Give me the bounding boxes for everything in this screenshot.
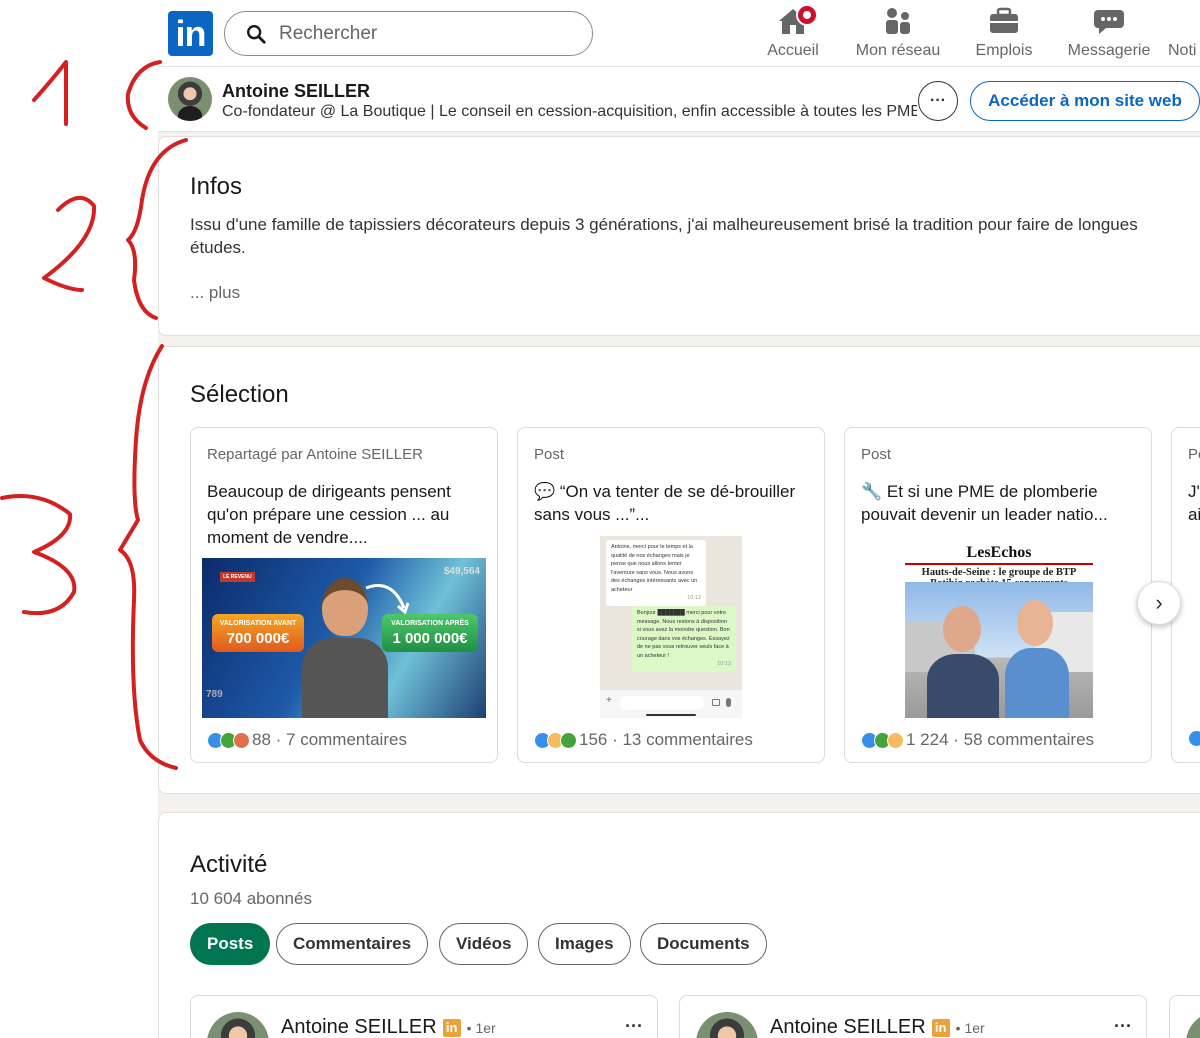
reactions-icon	[207, 731, 250, 749]
annotation-number-2	[42, 196, 97, 292]
about-card: Infos Issu d'une famille de tapissiers d…	[158, 136, 1200, 336]
more-options-button[interactable]: ···	[918, 81, 958, 121]
annotation-bracket-1	[125, 60, 162, 130]
valuation-before-value: 700 000€	[226, 630, 290, 647]
post-preview[interactable]: Antoine SEILLER in • 1er ···	[679, 995, 1147, 1038]
featured-item-stats[interactable]: 1 224 · 58 commentaires	[861, 730, 1094, 750]
featured-item-text: J'a ai	[1188, 482, 1200, 524]
chat-screenshot-thumbnail[interactable]: Antoine, merci pour le temps et la quali…	[600, 536, 742, 718]
valuation-after-label: VALORISATION APRÈS 1 000 000€	[382, 614, 478, 652]
thumbnail-tag: LE REVENU	[220, 572, 255, 582]
post-author[interactable]: Antoine SEILLER in • 1er	[281, 1016, 496, 1038]
connection-degree: • 1er	[955, 1019, 985, 1036]
reactions-icon	[534, 731, 577, 749]
nav-home[interactable]: Accueil	[762, 2, 824, 64]
filter-posts[interactable]: Posts	[190, 923, 271, 965]
filter-videos[interactable]: Vidéos	[439, 923, 529, 965]
search-input[interactable]	[279, 22, 559, 45]
post-preview[interactable]: Antoine SEILLER in • 1er ···	[190, 995, 658, 1038]
visit-website-button[interactable]: Accéder à mon site web	[970, 81, 1200, 121]
plus-icon: +	[606, 695, 612, 706]
filter-documents[interactable]: Documents	[640, 923, 767, 965]
camera-icon	[712, 699, 720, 706]
post-author-avatar[interactable]	[207, 1012, 269, 1038]
connection-degree: • 1er	[466, 1019, 496, 1036]
nav-home-label: Accueil	[767, 42, 819, 59]
featured-item-type: Post	[534, 446, 565, 463]
filter-images[interactable]: Images	[538, 923, 631, 965]
thumbnail-corner: 789	[206, 689, 223, 700]
post-preview[interactable]	[1169, 995, 1200, 1038]
profile-sticky-bar: Antoine SEILLER Co-fondateur @ La Boutiq…	[158, 66, 1200, 132]
nav-notifications-label: Noti	[1168, 42, 1197, 59]
chat-icon	[1092, 6, 1126, 36]
nav-jobs[interactable]: Emplois	[972, 2, 1036, 64]
chat-message-sent: Bonjour ███████ merci pour votre message…	[632, 606, 736, 672]
nav-notifications[interactable]: Noti	[1168, 2, 1200, 64]
chat-input-bar: +	[600, 690, 742, 718]
microphone-icon	[726, 698, 731, 707]
thumbnail-amount: $49,564	[443, 566, 480, 577]
news-article-thumbnail[interactable]: LesEchos Hauts-de-Seine : le groupe de B…	[905, 544, 1093, 718]
featured-item-text: 💬 “On va tenter de se dé-brouiller sans …	[534, 482, 796, 524]
post-more-button[interactable]: ···	[1114, 1016, 1132, 1037]
activity-card: Activité 10 604 abonnés Posts Commentair…	[158, 812, 1200, 1038]
filter-comments[interactable]: Commentaires	[276, 923, 429, 965]
premium-badge-icon: in	[442, 1018, 461, 1037]
featured-item-stats[interactable]: 88 · 7 commentaires	[207, 730, 407, 750]
profile-headline: Co-fondateur @ La Boutique | Le conseil …	[222, 103, 917, 120]
news-photo	[905, 582, 1093, 718]
post-author[interactable]: Antoine SEILLER in • 1er	[770, 1016, 985, 1038]
briefcase-icon	[987, 6, 1021, 36]
about-title: Infos	[190, 173, 243, 200]
nav-jobs-label: Emplois	[975, 42, 1033, 59]
followers-count[interactable]: 10 604 abonnés	[190, 889, 312, 909]
activity-title: Activité	[190, 851, 268, 878]
nav-network-label: Mon réseau	[855, 42, 941, 59]
nav-messaging-label: Messagerie	[1067, 42, 1151, 59]
featured-item-stats[interactable]	[1188, 730, 1200, 747]
nav-network[interactable]: Mon réseau	[852, 2, 944, 64]
video-thumbnail[interactable]: LE REVENU $49,564 789 VALORISATION AVANT…	[202, 558, 486, 718]
top-nav: in Accueil Mon réseau Emplois Messagerie…	[0, 0, 1200, 68]
reactions-icon	[1188, 730, 1200, 747]
avatar[interactable]	[168, 77, 212, 121]
featured-card: Sélection Repartagé par Antoine SEILLER …	[158, 346, 1200, 794]
search-icon	[247, 24, 266, 44]
notification-badge	[796, 4, 818, 26]
nav-messaging[interactable]: Messagerie	[1066, 2, 1152, 64]
search-bar[interactable]	[224, 11, 593, 56]
post-author-avatar[interactable]	[696, 1012, 758, 1038]
annotation-number-3	[0, 494, 77, 615]
valuation-before-label: VALORISATION AVANT 700 000€	[212, 614, 304, 652]
post-more-button[interactable]: ···	[625, 1016, 643, 1037]
annotation-number-1	[32, 60, 68, 126]
featured-item-type: Post	[861, 446, 892, 463]
featured-item-type: Po	[1188, 446, 1200, 463]
valuation-after-value: 1 000 000€	[392, 630, 468, 647]
profile-name: Antoine SEILLER	[222, 81, 370, 101]
about-text: Issu d'une famille de tapissiers décorat…	[190, 215, 1138, 257]
featured-title: Sélection	[190, 381, 289, 408]
featured-item-text: 🔧 Et si une PME de plomberie pouvait dev…	[861, 482, 1108, 524]
home-icon	[776, 4, 818, 36]
featured-item-type: Repartagé par Antoine SEILLER	[207, 446, 423, 463]
arrow-icon	[365, 584, 410, 615]
news-brand: LesEchos	[966, 544, 1032, 561]
linkedin-logo-icon[interactable]: in	[168, 11, 213, 56]
featured-item[interactable]: Repartagé par Antoine SEILLER Beaucoup d…	[190, 427, 498, 763]
reactions-icon	[861, 731, 904, 749]
featured-item[interactable]: Post 🔧 Et si une PME de plomberie pouvai…	[844, 427, 1152, 763]
featured-item-text: Beaucoup de dirigeants pensent qu'on pré…	[207, 482, 451, 547]
chat-message-received: Antoine, merci pour le temps et la quali…	[606, 540, 706, 606]
featured-item[interactable]: Post 💬 “On va tenter de se dé-brouiller …	[517, 427, 825, 763]
carousel-next-button[interactable]: ›	[1137, 581, 1181, 625]
post-author-avatar[interactable]	[1186, 1012, 1200, 1038]
premium-badge-icon: in	[931, 1018, 950, 1037]
people-icon	[881, 6, 915, 36]
see-more-link[interactable]: ... plus	[190, 283, 240, 303]
featured-item-stats[interactable]: 156 · 13 commentaires	[534, 730, 753, 750]
